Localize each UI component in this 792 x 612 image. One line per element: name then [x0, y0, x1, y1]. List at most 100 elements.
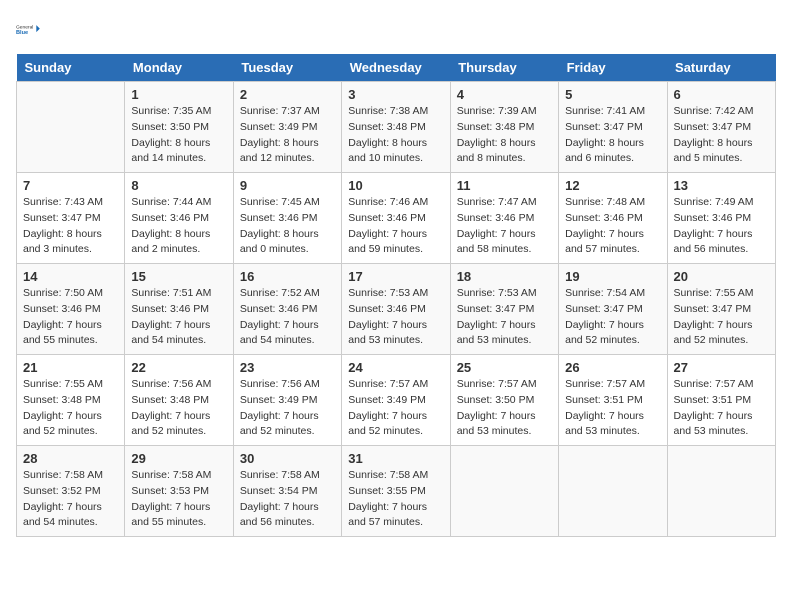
day-number: 14: [23, 269, 118, 284]
day-number: 29: [131, 451, 226, 466]
cell-info: Sunrise: 7:57 AMSunset: 3:51 PMDaylight:…: [674, 377, 769, 440]
calendar-cell: 31 Sunrise: 7:58 AMSunset: 3:55 PMDayligh…: [342, 446, 450, 537]
day-number: 31: [348, 451, 443, 466]
weekday-header-tuesday: Tuesday: [233, 54, 341, 82]
day-number: 9: [240, 178, 335, 193]
calendar-cell: 19Sunrise: 7:54 AMSunset: 3:47 PMDayligh…: [559, 264, 667, 355]
day-number: 3: [348, 87, 443, 102]
svg-text:General: General: [16, 25, 33, 31]
weekday-header-row: SundayMondayTuesdayWednesdayThursdayFrid…: [17, 54, 776, 82]
cell-info: Sunrise: 7:54 AMSunset: 3:47 PMDaylight:…: [565, 286, 660, 349]
calendar-cell: 6 Sunrise: 7:42 AMSunset: 3:47 PMDaylight…: [667, 82, 775, 173]
calendar-cell: 21Sunrise: 7:55 AMSunset: 3:48 PMDayligh…: [17, 355, 125, 446]
calendar-cell: 5Sunrise: 7:41 AMSunset: 3:47 PMDaylight…: [559, 82, 667, 173]
weekday-header-thursday: Thursday: [450, 54, 558, 82]
calendar-cell: 10 Sunrise: 7:46 AMSunset: 3:46 PMDayligh…: [342, 173, 450, 264]
day-number: 18: [457, 269, 552, 284]
svg-text:Blue: Blue: [16, 30, 28, 36]
cell-info: Sunrise: 7:52 AMSunset: 3:46 PMDaylight:…: [240, 286, 335, 349]
cell-info: Sunrise: 7:53 AMSunset: 3:46 PMDaylight:…: [348, 286, 443, 349]
day-number: 26: [565, 360, 660, 375]
calendar-cell: 29 Sunrise: 7:58 AMSunset: 3:53 PMDayligh…: [125, 446, 233, 537]
calendar-cell: 11 Sunrise: 7:47 AMSunset: 3:46 PMDayligh…: [450, 173, 558, 264]
day-number: 28: [23, 451, 118, 466]
calendar-cell: 23 Sunrise: 7:56 AMSunset: 3:49 PMDayligh…: [233, 355, 341, 446]
calendar-cell: 28 Sunrise: 7:58 AMSunset: 3:52 PMDayligh…: [17, 446, 125, 537]
logo-icon: GeneralBlue: [16, 16, 44, 44]
day-number: 5: [565, 87, 660, 102]
day-number: 7: [23, 178, 118, 193]
cell-info: Sunrise: 7:53 AMSunset: 3:47 PMDaylight:…: [457, 286, 552, 349]
calendar-cell: [450, 446, 558, 537]
weekday-header-wednesday: Wednesday: [342, 54, 450, 82]
day-number: 12: [565, 178, 660, 193]
day-number: 10: [348, 178, 443, 193]
day-number: 16: [240, 269, 335, 284]
calendar-cell: 2Sunrise: 7:37 AMSunset: 3:49 PMDaylight…: [233, 82, 341, 173]
week-row-5: 28 Sunrise: 7:58 AMSunset: 3:52 PMDayligh…: [17, 446, 776, 537]
calendar-cell: 14 Sunrise: 7:50 AMSunset: 3:46 PMDayligh…: [17, 264, 125, 355]
day-number: 23: [240, 360, 335, 375]
weekday-header-monday: Monday: [125, 54, 233, 82]
day-number: 11: [457, 178, 552, 193]
cell-info: Sunrise: 7:46 AMSunset: 3:46 PMDaylight:…: [348, 195, 443, 258]
cell-info: Sunrise: 7:57 AMSunset: 3:49 PMDaylight:…: [348, 377, 443, 440]
cell-info: Sunrise: 7:57 AMSunset: 3:50 PMDaylight:…: [457, 377, 552, 440]
day-number: 25: [457, 360, 552, 375]
page-header: GeneralBlue: [16, 16, 776, 44]
day-number: 1: [131, 87, 226, 102]
logo: GeneralBlue: [16, 16, 44, 44]
weekday-header-saturday: Saturday: [667, 54, 775, 82]
cell-info: Sunrise: 7:45 AMSunset: 3:46 PMDaylight:…: [240, 195, 335, 258]
day-number: 6: [674, 87, 769, 102]
calendar-cell: 25 Sunrise: 7:57 AMSunset: 3:50 PMDayligh…: [450, 355, 558, 446]
cell-info: Sunrise: 7:49 AMSunset: 3:46 PMDaylight:…: [674, 195, 769, 258]
calendar-cell: 7Sunrise: 7:43 AMSunset: 3:47 PMDaylight…: [17, 173, 125, 264]
cell-info: Sunrise: 7:38 AMSunset: 3:48 PMDaylight:…: [348, 104, 443, 167]
calendar-cell: 18 Sunrise: 7:53 AMSunset: 3:47 PMDayligh…: [450, 264, 558, 355]
cell-info: Sunrise: 7:58 AMSunset: 3:52 PMDaylight:…: [23, 468, 118, 531]
calendar-cell: 4 Sunrise: 7:39 AMSunset: 3:48 PMDaylight…: [450, 82, 558, 173]
cell-info: Sunrise: 7:37 AMSunset: 3:49 PMDaylight:…: [240, 104, 335, 167]
calendar-cell: 12Sunrise: 7:48 AMSunset: 3:46 PMDayligh…: [559, 173, 667, 264]
day-number: 15: [131, 269, 226, 284]
cell-info: Sunrise: 7:58 AMSunset: 3:53 PMDaylight:…: [131, 468, 226, 531]
calendar-cell: 13 Sunrise: 7:49 AMSunset: 3:46 PMDayligh…: [667, 173, 775, 264]
day-number: 8: [131, 178, 226, 193]
calendar-cell: 1 Sunrise: 7:35 AMSunset: 3:50 PMDaylight…: [125, 82, 233, 173]
weekday-header-sunday: Sunday: [17, 54, 125, 82]
calendar-cell: 20Sunrise: 7:55 AMSunset: 3:47 PMDayligh…: [667, 264, 775, 355]
calendar-cell: 22Sunrise: 7:56 AMSunset: 3:48 PMDayligh…: [125, 355, 233, 446]
cell-info: Sunrise: 7:39 AMSunset: 3:48 PMDaylight:…: [457, 104, 552, 167]
cell-info: Sunrise: 7:42 AMSunset: 3:47 PMDaylight:…: [674, 104, 769, 167]
day-number: 17: [348, 269, 443, 284]
calendar-cell: 27Sunrise: 7:57 AMSunset: 3:51 PMDayligh…: [667, 355, 775, 446]
calendar-cell: [667, 446, 775, 537]
calendar-cell: 8 Sunrise: 7:44 AMSunset: 3:46 PMDaylight…: [125, 173, 233, 264]
week-row-1: 1 Sunrise: 7:35 AMSunset: 3:50 PMDaylight…: [17, 82, 776, 173]
calendar-cell: 30Sunrise: 7:58 AMSunset: 3:54 PMDayligh…: [233, 446, 341, 537]
cell-info: Sunrise: 7:51 AMSunset: 3:46 PMDaylight:…: [131, 286, 226, 349]
day-number: 13: [674, 178, 769, 193]
cell-info: Sunrise: 7:47 AMSunset: 3:46 PMDaylight:…: [457, 195, 552, 258]
cell-info: Sunrise: 7:56 AMSunset: 3:49 PMDaylight:…: [240, 377, 335, 440]
day-number: 24: [348, 360, 443, 375]
cell-info: Sunrise: 7:44 AMSunset: 3:46 PMDaylight:…: [131, 195, 226, 258]
calendar-cell: 17 Sunrise: 7:53 AMSunset: 3:46 PMDayligh…: [342, 264, 450, 355]
week-row-3: 14 Sunrise: 7:50 AMSunset: 3:46 PMDayligh…: [17, 264, 776, 355]
day-number: 20: [674, 269, 769, 284]
day-number: 30: [240, 451, 335, 466]
calendar-cell: 16 Sunrise: 7:52 AMSunset: 3:46 PMDayligh…: [233, 264, 341, 355]
day-number: 21: [23, 360, 118, 375]
calendar-cell: 9 Sunrise: 7:45 AMSunset: 3:46 PMDaylight…: [233, 173, 341, 264]
cell-info: Sunrise: 7:50 AMSunset: 3:46 PMDaylight:…: [23, 286, 118, 349]
calendar-cell: 3 Sunrise: 7:38 AMSunset: 3:48 PMDaylight…: [342, 82, 450, 173]
cell-info: Sunrise: 7:35 AMSunset: 3:50 PMDaylight:…: [131, 104, 226, 167]
day-number: 4: [457, 87, 552, 102]
weekday-header-friday: Friday: [559, 54, 667, 82]
cell-info: Sunrise: 7:58 AMSunset: 3:55 PMDaylight:…: [348, 468, 443, 531]
day-number: 22: [131, 360, 226, 375]
calendar-cell: 15 Sunrise: 7:51 AMSunset: 3:46 PMDayligh…: [125, 264, 233, 355]
calendar-cell: 24 Sunrise: 7:57 AMSunset: 3:49 PMDayligh…: [342, 355, 450, 446]
week-row-4: 21Sunrise: 7:55 AMSunset: 3:48 PMDayligh…: [17, 355, 776, 446]
